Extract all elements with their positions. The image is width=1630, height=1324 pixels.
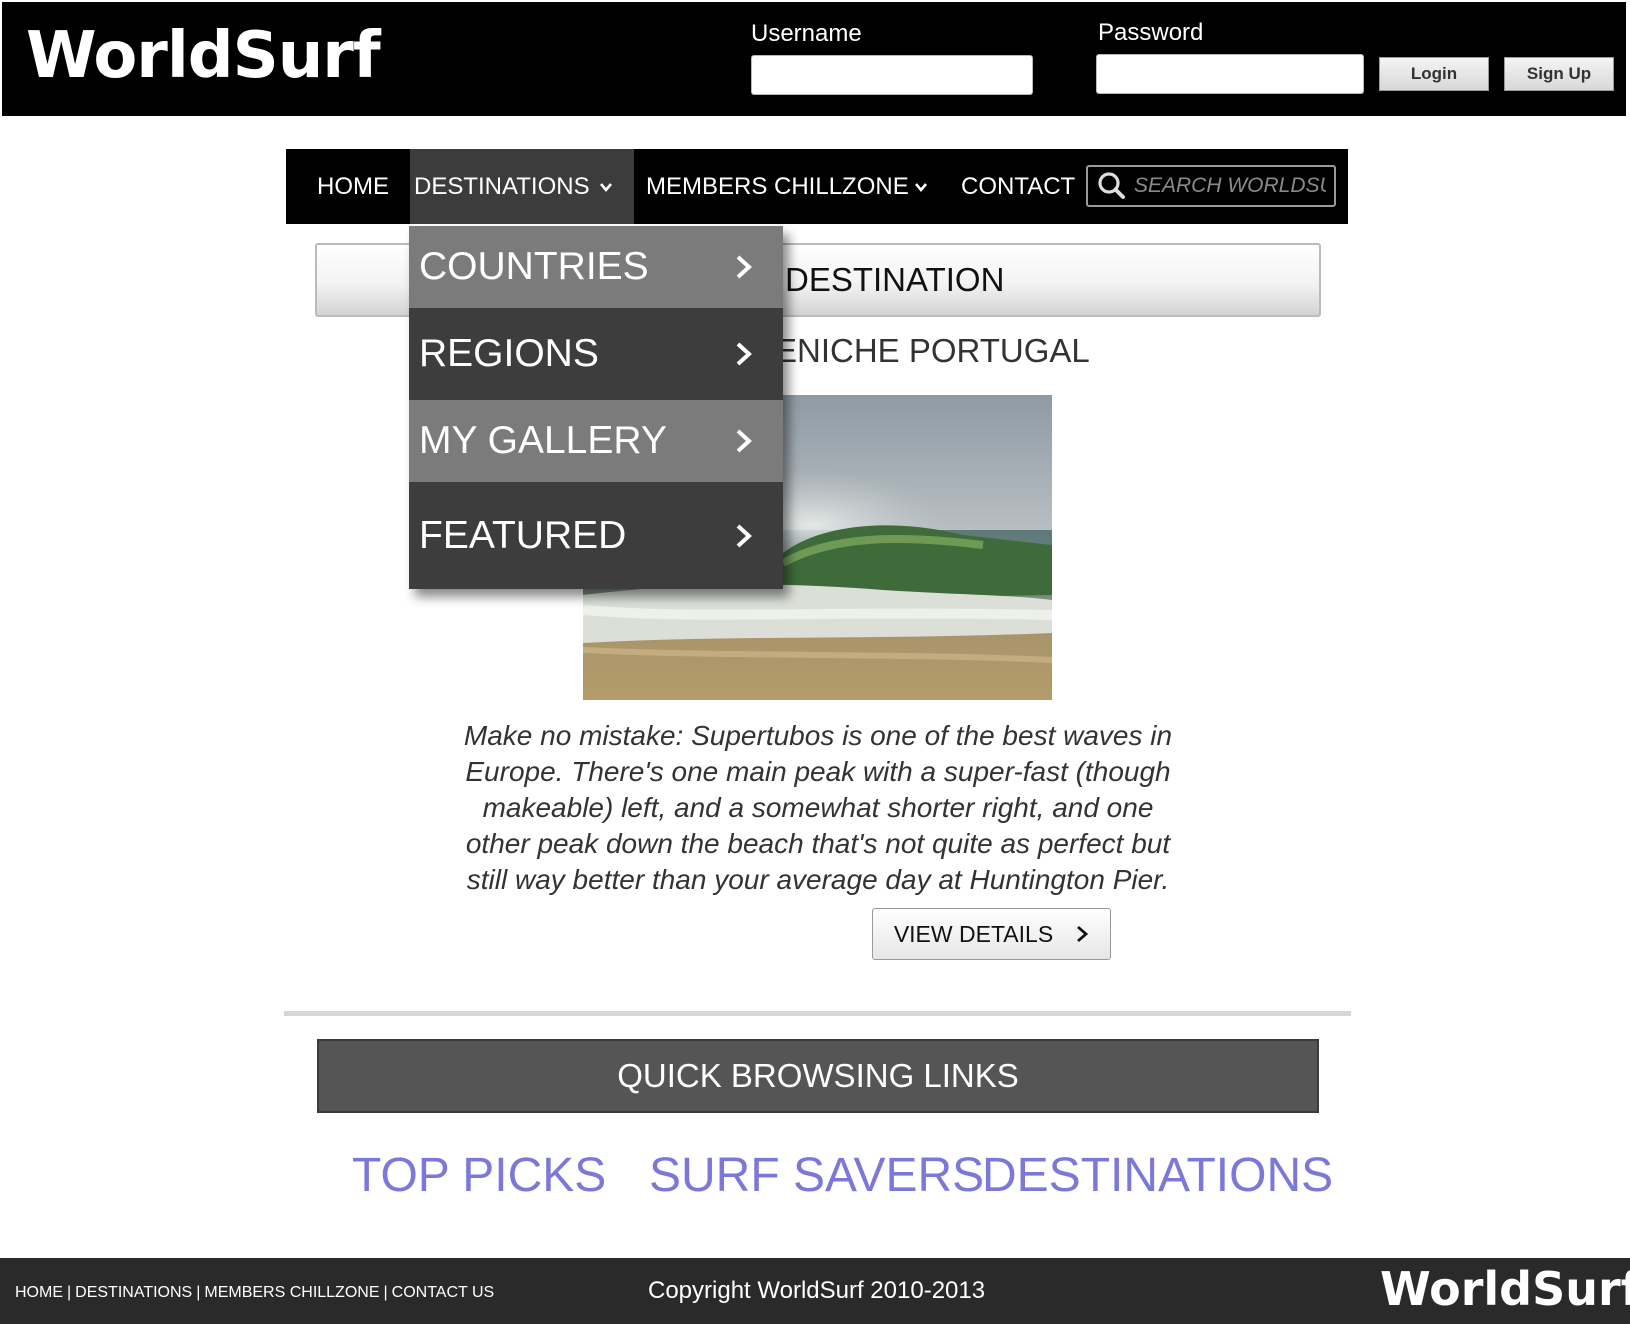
view-details-button[interactable]: VIEW DETAILS <box>872 908 1111 960</box>
nav-item-destinations[interactable]: DESTINATIONS <box>410 149 634 224</box>
nav-item-label: MEMBERS CHILLZONE <box>646 172 909 200</box>
dropdown-item-countries[interactable]: COUNTRIES <box>409 226 783 308</box>
signup-button[interactable]: Sign Up <box>1504 57 1614 91</box>
username-label: Username <box>751 20 862 47</box>
section-divider <box>284 1011 1351 1016</box>
dropdown-item-featured[interactable]: FEATURED <box>409 482 783 589</box>
footer-separator: | <box>383 1284 388 1301</box>
password-input[interactable] <box>1096 54 1364 94</box>
featured-section-title: DESTINATION <box>785 261 1005 298</box>
footer-separator: | <box>67 1284 72 1301</box>
chevron-down-icon <box>599 182 612 192</box>
footer-separator: | <box>196 1284 201 1301</box>
featured-description: Make no mistake: Supertubos is one of th… <box>463 720 1173 895</box>
footer-nav: HOME | DESTINATIONS | MEMBERS CHILLZONE | CONT… <box>15 1284 494 1302</box>
chevron-right-icon <box>736 429 752 453</box>
nav-item-label: HOME <box>317 172 389 200</box>
quick-browsing-title: QUICK BROWSING LINKS <box>617 1057 1019 1094</box>
chevron-right-icon <box>1077 925 1089 943</box>
password-label: Password <box>1098 19 1204 46</box>
chevron-right-icon <box>736 524 752 547</box>
footer-link-members-chillzone[interactable]: MEMBERS CHILLZONE <box>204 1284 379 1301</box>
nav-item-label: DESTINATIONS <box>414 172 590 200</box>
search-box[interactable] <box>1086 165 1336 207</box>
nav-item-home[interactable]: HOME <box>317 149 389 224</box>
search-input[interactable] <box>1130 174 1326 198</box>
quick-link-surf-savers[interactable]: SURF SAVERS <box>649 1152 984 1200</box>
footer-link-contact-us[interactable]: CONTACT US <box>392 1284 495 1301</box>
quick-browsing-header: QUICK BROWSING LINKS <box>317 1039 1319 1113</box>
main-nav: HOME DESTINATIONS MEMBERS CHILLZONE CONT… <box>286 149 1348 224</box>
footer-link-destinations[interactable]: DESTINATIONS <box>75 1284 192 1301</box>
username-input[interactable] <box>751 55 1033 95</box>
search-icon[interactable] <box>1094 168 1130 204</box>
quick-link-destinations[interactable]: DESTINATIONS <box>982 1152 1333 1200</box>
login-button[interactable]: Login <box>1379 57 1489 91</box>
footer-logo: WorldSurf <box>1380 1262 1630 1316</box>
dropdown-item-label: COUNTRIES <box>419 245 649 288</box>
featured-place-title: ENICHE PORTUGAL <box>775 332 1090 369</box>
chevron-right-icon <box>736 342 752 366</box>
site-header: WorldSurf Username Password Login Sign U… <box>2 2 1626 116</box>
dropdown-item-my-gallery[interactable]: MY GALLERY <box>409 400 783 482</box>
site-logo[interactable]: WorldSurf <box>26 24 381 88</box>
dropdown-item-regions[interactable]: REGIONS <box>409 308 783 400</box>
site-footer: HOME | DESTINATIONS | MEMBERS CHILLZONE | CONT… <box>0 1258 1630 1324</box>
quick-link-top-picks[interactable]: TOP PICKS <box>352 1152 606 1200</box>
nav-item-members-chillzone[interactable]: MEMBERS CHILLZONE <box>646 149 929 224</box>
footer-copyright: Copyright WorldSurf 2010-2013 <box>648 1277 986 1304</box>
dropdown-item-label: MY GALLERY <box>419 419 667 462</box>
chevron-down-icon <box>914 182 927 192</box>
chevron-right-icon <box>736 255 752 279</box>
dropdown-item-label: REGIONS <box>419 332 599 375</box>
footer-link-home[interactable]: HOME <box>15 1284 63 1301</box>
destinations-dropdown-menu: COUNTRIES REGIONS MY GALLERY FEATURED <box>409 226 783 589</box>
view-details-label: VIEW DETAILS <box>893 920 1054 947</box>
nav-item-label: CONTACT <box>961 172 1076 200</box>
dropdown-item-label: FEATURED <box>419 513 627 557</box>
nav-item-contact[interactable]: CONTACT <box>961 149 1075 224</box>
